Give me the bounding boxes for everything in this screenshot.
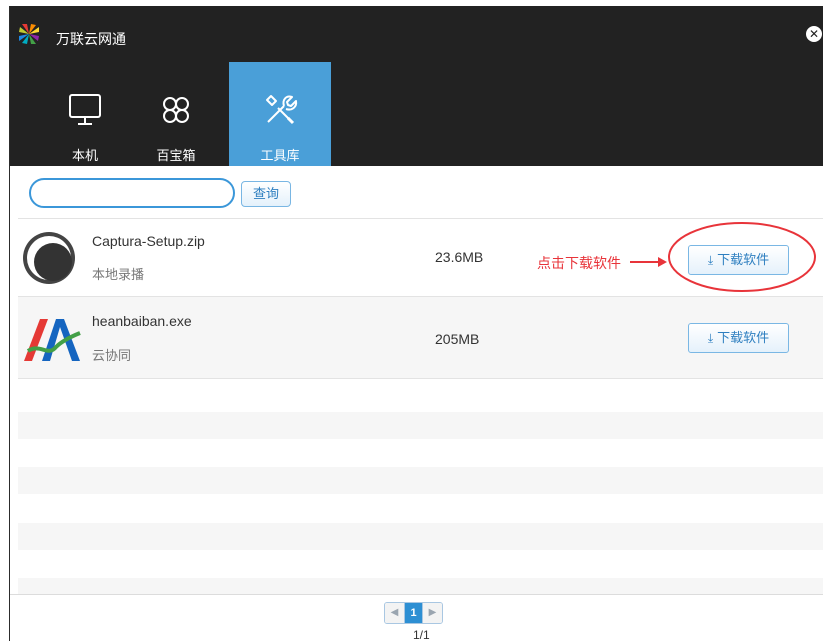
heanbaiban-icon [24, 319, 81, 361]
next-page-button[interactable]: ▶ [423, 603, 442, 623]
download-button[interactable]: ⤓ 下载软件 [688, 323, 789, 353]
empty-row [18, 412, 823, 439]
prev-page-button[interactable]: ◀ [385, 603, 404, 623]
download-arrow-icon: ⤓ [707, 331, 714, 345]
file-name: Captura-Setup.zip [92, 233, 205, 249]
tab-tool-library[interactable]: 工具库 [229, 62, 331, 166]
pagination: ◀ 1 ▶ [384, 602, 443, 624]
file-size: 23.6MB [435, 249, 484, 265]
empty-row [18, 578, 823, 594]
tab-toolbox[interactable]: 百宝箱 [125, 62, 227, 166]
search-button[interactable]: 查询 [241, 181, 291, 207]
captura-icon [23, 232, 75, 284]
header: 万联云网通 ✕ 本机 百宝箱 工具库 [10, 6, 823, 166]
tab-label: 工具库 [260, 148, 300, 163]
monitor-icon [69, 94, 101, 125]
search-input[interactable] [29, 178, 235, 208]
file-desc: 云协同 [92, 348, 132, 363]
file-desc: 本地录播 [92, 267, 145, 282]
file-size: 205MB [435, 331, 480, 347]
empty-row [18, 523, 823, 550]
file-list: Captura-Setup.zip 本地录播 23.6MB 点击下载软件 ⤓ 下载… [18, 218, 823, 379]
annotation-text: 点击下载软件 [537, 255, 621, 271]
empty-row [18, 467, 823, 494]
app-window: 万联云网通 ✕ 本机 百宝箱 工具库 查询 Captura-Setup.zip … [9, 6, 823, 641]
arrow-right-icon [630, 257, 667, 267]
close-button[interactable]: ✕ [806, 26, 822, 42]
list-item: Captura-Setup.zip 本地录播 23.6MB 点击下载软件 ⤓ 下载… [18, 218, 823, 296]
pager-divider [10, 594, 823, 595]
app-title: 万联云网通 [56, 31, 126, 47]
file-name: heanbaiban.exe [92, 313, 192, 329]
download-arrow-icon: ⤓ [707, 253, 714, 267]
download-button[interactable]: ⤓ 下载软件 [688, 245, 789, 275]
tab-label: 本机 [71, 148, 98, 163]
tab-local[interactable]: 本机 [34, 62, 136, 166]
tab-label: 百宝箱 [156, 148, 196, 163]
list-item: heanbaiban.exe 云协同 205MB ⤓ 下载软件 [18, 296, 823, 379]
title-bar: 万联云网通 ✕ [10, 6, 823, 62]
tools-icon [266, 95, 298, 125]
clover-icon [163, 97, 189, 123]
pinwheel-logo-icon [19, 24, 39, 44]
page-count: 1/1 [413, 628, 430, 641]
page-button-current[interactable]: 1 [404, 603, 423, 623]
